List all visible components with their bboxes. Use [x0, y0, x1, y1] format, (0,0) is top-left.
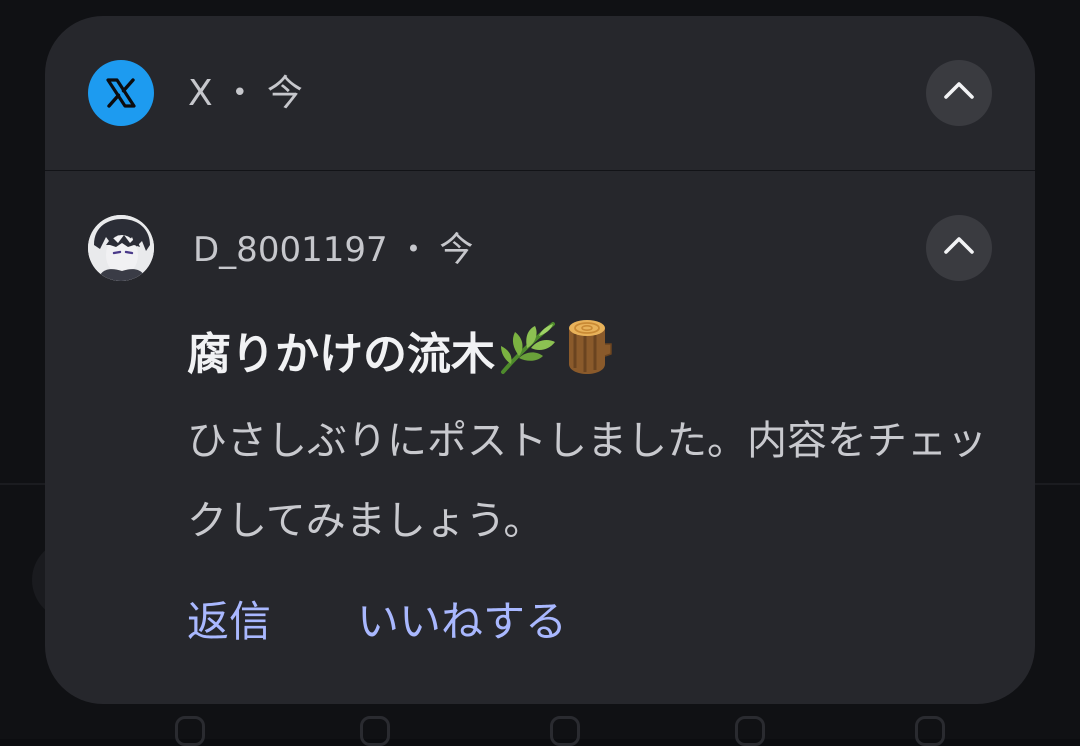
message-title: 腐りかけの流木: [187, 318, 613, 392]
notification-card[interactable]: X • 今 D_8001197 • 今 腐りかけの流木 ひさしぶりにポストしまし…: [45, 16, 1035, 704]
sender-label: D_8001197 • 今: [193, 228, 473, 275]
background-icon: [915, 716, 945, 746]
background-icon: [735, 716, 765, 746]
separator-dot: •: [232, 78, 248, 108]
background-icon: [175, 716, 205, 746]
sender-avatar: [88, 215, 154, 281]
notification-header[interactable]: X • 今: [45, 16, 1035, 170]
app-name: X: [188, 73, 213, 114]
chevron-up-icon: [944, 237, 974, 254]
background-action-bar: [150, 712, 1050, 746]
message-collapse-button[interactable]: [926, 215, 992, 281]
app-name-label: X • 今: [188, 72, 303, 119]
reply-button[interactable]: 返信: [187, 594, 271, 650]
wood-log-icon: [561, 318, 613, 392]
like-button[interactable]: いいねする: [357, 594, 567, 650]
message-body: ひさしぶりにポストしました。内容をチェックしてみましょう。: [187, 418, 987, 544]
background-icon: [550, 716, 580, 746]
header-divider: [45, 170, 1035, 171]
x-logo-icon: [88, 60, 154, 126]
background-icon: [360, 716, 390, 746]
timestamp: 今: [266, 73, 303, 114]
separator-dot: •: [406, 235, 421, 263]
herb-icon: [497, 318, 559, 392]
collapse-button[interactable]: [926, 60, 992, 126]
title-text: 腐りかけの流木: [187, 329, 495, 380]
sender-name: D_8001197: [193, 230, 388, 270]
timestamp: 今: [439, 230, 474, 270]
chevron-up-icon: [944, 82, 974, 99]
